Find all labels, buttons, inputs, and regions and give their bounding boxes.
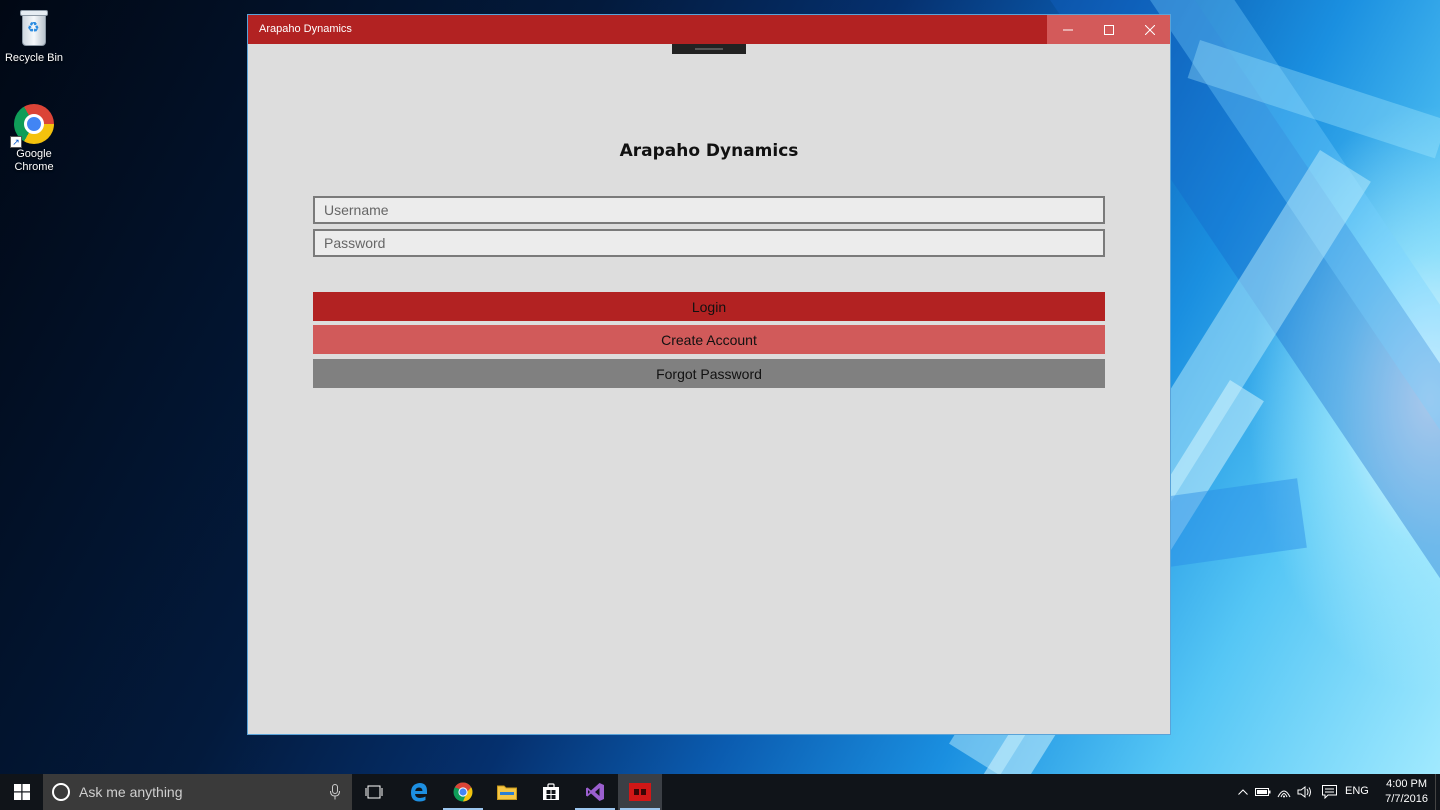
taskbar-app-arapaho-dynamics[interactable] bbox=[618, 774, 662, 810]
desktop-icon-google-chrome[interactable]: ↗ Google Chrome bbox=[0, 104, 69, 174]
start-button[interactable] bbox=[0, 774, 43, 810]
create-account-button[interactable]: Create Account bbox=[313, 325, 1105, 354]
window-drag-handle[interactable] bbox=[672, 44, 746, 54]
username-input[interactable] bbox=[313, 196, 1105, 224]
window-titlebar[interactable]: Arapaho Dynamics bbox=[248, 15, 1170, 44]
clock-date: 7/7/2016 bbox=[1385, 793, 1428, 805]
desktop-icon-recycle-bin[interactable]: ♻ Recycle Bin bbox=[0, 8, 69, 65]
search-placeholder: Ask me anything bbox=[79, 784, 183, 800]
battery-button[interactable] bbox=[1252, 787, 1274, 797]
system-tray bbox=[1234, 774, 1342, 810]
windows-logo-icon bbox=[13, 784, 30, 800]
chevron-up-icon bbox=[1238, 789, 1248, 795]
arapaho-app-icon bbox=[629, 783, 651, 801]
search-box[interactable]: Ask me anything bbox=[43, 774, 352, 810]
task-view-button[interactable] bbox=[352, 774, 396, 810]
edge-icon bbox=[411, 783, 427, 802]
store-icon bbox=[543, 783, 559, 800]
close-icon bbox=[1144, 24, 1155, 35]
notification-icon bbox=[1321, 785, 1337, 799]
page-title: Arapaho Dynamics bbox=[619, 141, 799, 161]
taskbar-app-file-explorer[interactable] bbox=[485, 774, 529, 810]
show-hidden-icons-button[interactable] bbox=[1234, 789, 1252, 795]
task-view-icon bbox=[365, 785, 383, 799]
folder-icon bbox=[497, 785, 517, 800]
maximize-icon bbox=[1103, 24, 1114, 35]
microphone-icon[interactable] bbox=[330, 784, 340, 800]
recycle-bin-icon: ♻ bbox=[18, 8, 50, 48]
taskbar-app-store[interactable] bbox=[529, 774, 573, 810]
action-center-button[interactable] bbox=[1316, 785, 1342, 799]
taskbar-app-chrome[interactable] bbox=[441, 774, 485, 810]
taskbar-app-visual-studio[interactable] bbox=[573, 774, 617, 810]
volume-button[interactable] bbox=[1294, 786, 1316, 798]
minimize-button[interactable] bbox=[1047, 15, 1088, 44]
clock-time: 4:00 PM bbox=[1386, 778, 1428, 790]
forgot-password-button[interactable]: Forgot Password bbox=[313, 359, 1105, 388]
password-input[interactable] bbox=[313, 229, 1105, 257]
taskbar: Ask me anything ENG 4:00 PM 7/7/2016 bbox=[0, 774, 1440, 810]
input-language[interactable]: ENG bbox=[1345, 785, 1369, 797]
show-desktop-button[interactable] bbox=[1435, 774, 1440, 810]
app-window: Arapaho Dynamics Arapaho Dynamics Login … bbox=[247, 14, 1171, 735]
wifi-icon bbox=[1277, 790, 1291, 798]
desktop-icon-label: Recycle Bin bbox=[4, 52, 64, 64]
taskbar-app-edge[interactable] bbox=[397, 774, 441, 810]
window-title: Arapaho Dynamics bbox=[259, 23, 352, 35]
desktop-icon-label: Google Chrome bbox=[14, 148, 54, 173]
chrome-icon: ↗ bbox=[10, 104, 54, 148]
cortana-icon bbox=[52, 783, 70, 801]
close-button[interactable] bbox=[1129, 15, 1170, 44]
clock[interactable]: 4:00 PM 7/7/2016 bbox=[1385, 777, 1428, 807]
visual-studio-icon bbox=[586, 783, 604, 801]
speaker-icon bbox=[1297, 786, 1311, 798]
battery-icon bbox=[1255, 788, 1271, 796]
maximize-button[interactable] bbox=[1088, 15, 1129, 44]
network-button[interactable] bbox=[1274, 786, 1294, 798]
login-button[interactable]: Login bbox=[313, 292, 1105, 321]
minimize-icon bbox=[1062, 29, 1073, 30]
chrome-icon bbox=[453, 782, 473, 802]
